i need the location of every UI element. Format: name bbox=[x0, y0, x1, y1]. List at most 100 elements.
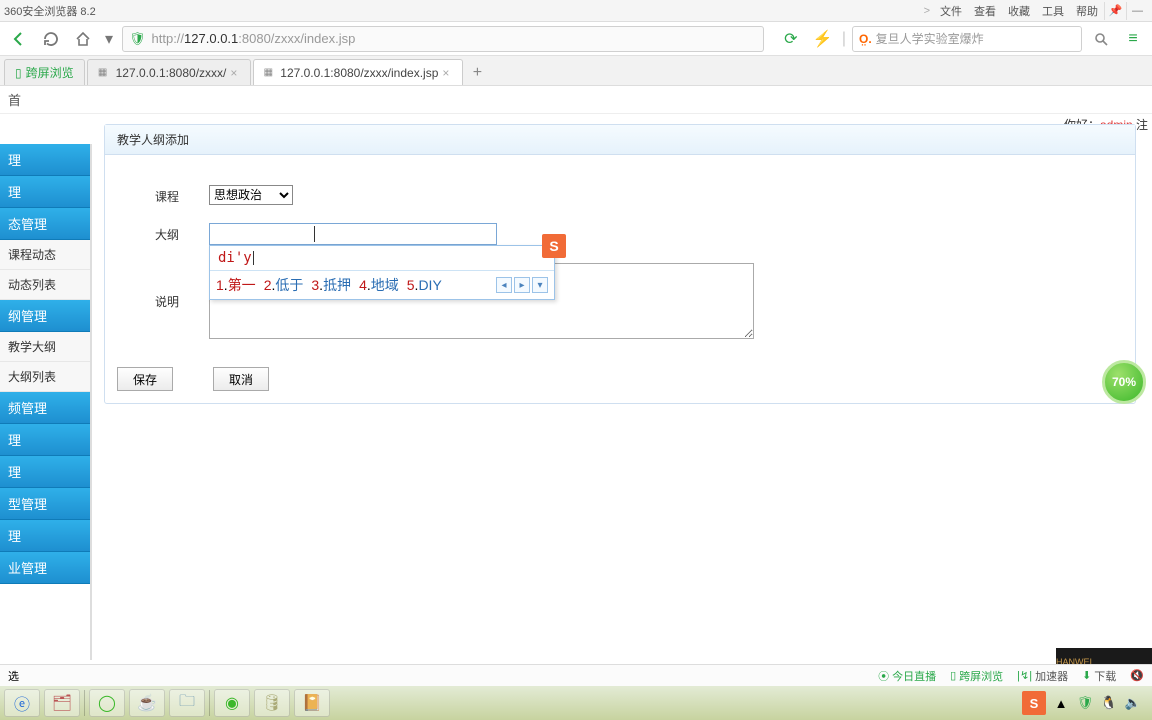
sidebar-cat[interactable]: 态管理 bbox=[0, 208, 90, 240]
tray-vol-icon[interactable]: 🔈 bbox=[1124, 694, 1142, 712]
mobile-icon: ▯ bbox=[15, 66, 22, 80]
menu-file[interactable]: 文件 bbox=[940, 3, 962, 19]
taskbar-java-icon[interactable]: ☕ bbox=[129, 689, 165, 717]
taskbar-explorer-icon[interactable]: 🗀 bbox=[169, 689, 205, 717]
sidebar-cat[interactable]: 型管理 bbox=[0, 488, 90, 520]
new-tab-button[interactable]: + bbox=[465, 61, 489, 85]
ime-candidate[interactable]: 2.低于 bbox=[264, 275, 304, 295]
sidebar-cat[interactable]: 理 bbox=[0, 424, 90, 456]
ime-candidate[interactable]: 4.地域 bbox=[359, 275, 399, 295]
sidebar-sub[interactable]: 课程动态 bbox=[0, 240, 90, 270]
tab-pinned[interactable]: ▯ 跨屏浏览 bbox=[4, 59, 85, 85]
panel-title: 教学人纲添加 bbox=[105, 125, 1135, 155]
label-desc: 说明 bbox=[155, 263, 209, 310]
system-tray: S ▲ 🛡 🐧 🔈 bbox=[1022, 691, 1148, 715]
shield-icon: 🛡 bbox=[129, 31, 146, 47]
browser-toolbar: ▾ 🛡 http://127.0.0.1:8080/zxxx/index.jsp… bbox=[0, 22, 1152, 56]
sidebar-cat[interactable]: 理 bbox=[0, 176, 90, 208]
ime-candidate[interactable]: 1.第一 bbox=[216, 275, 256, 295]
dropdown-button[interactable]: ▾ bbox=[102, 26, 116, 52]
cancel-button[interactable]: 取消 bbox=[213, 367, 269, 391]
content-area: 教学人纲添加 课程 思想政治 大纲 S d bbox=[92, 114, 1152, 660]
tab-2-active[interactable]: ▦ 127.0.0.1:8080/zxxx/index.jsp × bbox=[253, 59, 463, 85]
status-mute-icon[interactable]: 🔇 bbox=[1130, 669, 1144, 682]
taskbar-db-icon[interactable]: 🛢 bbox=[254, 689, 290, 717]
back-button[interactable] bbox=[6, 26, 32, 52]
search-button[interactable] bbox=[1088, 27, 1114, 51]
taskbar-note-icon[interactable]: 📔 bbox=[294, 689, 330, 717]
taskbar-ie-icon[interactable]: ⓔ bbox=[4, 689, 40, 717]
course-select[interactable]: 思想政治 bbox=[209, 185, 293, 205]
sidebar-cat[interactable]: 理 bbox=[0, 456, 90, 488]
tray-qq-icon[interactable]: 🐧 bbox=[1100, 694, 1118, 712]
breadcrumb: 首 bbox=[0, 86, 1152, 114]
menu-view[interactable]: 查看 bbox=[974, 3, 996, 19]
sidebar-cat[interactable]: 业管理 bbox=[0, 552, 90, 584]
tab-strip: ▯ 跨屏浏览 ▦ 127.0.0.1:8080/zxxx/ × ▦ 127.0.… bbox=[0, 56, 1152, 86]
speedup-badge[interactable]: 70% bbox=[1102, 360, 1146, 404]
form-panel: 教学人纲添加 课程 思想政治 大纲 S d bbox=[104, 124, 1136, 404]
minimize-button[interactable]: — bbox=[1126, 2, 1148, 20]
ime-popup: S di'y 1.第一 2.低于 3.抵押 4.地域 5.DIY ◂ ▸ bbox=[209, 245, 555, 300]
taskbar-app-icon[interactable]: 🗂 bbox=[44, 689, 80, 717]
close-icon[interactable]: × bbox=[442, 66, 456, 80]
tab-1[interactable]: ▦ 127.0.0.1:8080/zxxx/ × bbox=[87, 59, 252, 85]
status-live[interactable]: ⦿今日直播 bbox=[878, 668, 936, 684]
sogou-logo-icon: S bbox=[542, 234, 566, 258]
label-course: 课程 bbox=[155, 185, 209, 205]
menu-help[interactable]: 帮助 bbox=[1076, 3, 1098, 19]
address-bar[interactable]: 🛡 http://127.0.0.1:8080/zxxx/index.jsp bbox=[122, 26, 764, 52]
search-box[interactable]: O̤. 复旦人学实验室爆炸 bbox=[852, 26, 1082, 52]
menu-icon[interactable]: ≡ bbox=[1120, 26, 1146, 52]
text-caret bbox=[314, 226, 315, 242]
status-download[interactable]: ⬇下载 bbox=[1082, 668, 1116, 684]
save-button[interactable]: 保存 bbox=[117, 367, 173, 391]
home-button[interactable] bbox=[70, 26, 96, 52]
tray-up-icon[interactable]: ▲ bbox=[1052, 694, 1070, 712]
pin-button[interactable]: 📌 bbox=[1104, 2, 1126, 20]
outline-input[interactable] bbox=[209, 223, 497, 245]
sidebar-cat[interactable]: 频管理 bbox=[0, 392, 90, 424]
taskbar-app2-icon[interactable]: ◉ bbox=[214, 689, 250, 717]
sidebar-sub[interactable]: 大纲列表 bbox=[0, 362, 90, 392]
app-name: 360安全浏览器 8.2 bbox=[4, 3, 96, 19]
ime-candidates: 1.第一 2.低于 3.抵押 4.地域 5.DIY ◂ ▸ ▾ bbox=[210, 270, 554, 299]
tray-shield-icon[interactable]: 🛡 bbox=[1076, 694, 1094, 712]
search-engine-icon: O̤. bbox=[859, 32, 872, 46]
tray-sogou-icon[interactable]: S bbox=[1022, 691, 1046, 715]
ime-more-icon[interactable]: ▾ bbox=[532, 277, 548, 293]
sidebar-sub[interactable]: 教学大纲 bbox=[0, 332, 90, 362]
ime-candidate[interactable]: 3.抵押 bbox=[311, 275, 351, 295]
taskbar-360-icon[interactable]: ◯ bbox=[89, 689, 125, 717]
sync-icon[interactable]: ⟳ bbox=[778, 26, 804, 52]
titlebar-chevron: > bbox=[924, 5, 930, 17]
sidebar-cat[interactable]: 理 bbox=[0, 520, 90, 552]
ime-prev-icon[interactable]: ◂ bbox=[496, 277, 512, 293]
tab-label: 127.0.0.1:8080/zxxx/ bbox=[116, 66, 227, 80]
refresh-button[interactable] bbox=[38, 26, 64, 52]
sidebar-cat[interactable]: 理 bbox=[0, 144, 90, 176]
taskbar: ⓔ 🗂 ◯ ☕ 🗀 ◉ 🛢 📔 S ▲ 🛡 🐧 🔈 bbox=[0, 686, 1152, 720]
status-crossscreen[interactable]: ▯跨屏浏览 bbox=[950, 668, 1003, 684]
sidebar-cat[interactable]: 纲管理 bbox=[0, 300, 90, 332]
sidebar-sub[interactable]: 动态列表 bbox=[0, 270, 90, 300]
label-outline: 大纲 bbox=[155, 223, 209, 243]
flash-icon[interactable]: ⚡ bbox=[810, 26, 836, 52]
close-icon[interactable]: × bbox=[230, 66, 244, 80]
window-titlebar: 360安全浏览器 8.2 > 文件 查看 收藏 工具 帮助 📌 — bbox=[0, 0, 1152, 22]
ime-pinyin: di'y bbox=[210, 246, 554, 270]
ime-candidate[interactable]: 5.DIY bbox=[407, 277, 442, 293]
tab-label: 127.0.0.1:8080/zxxx/index.jsp bbox=[280, 66, 438, 80]
tab-label: 跨屏浏览 bbox=[26, 64, 74, 81]
url-text: http://127.0.0.1:8080/zxxx/index.jsp bbox=[152, 31, 356, 46]
status-bar: 选 ⦿今日直播 ▯跨屏浏览 |↯|加速器 ⬇下载 🔇 bbox=[0, 664, 1152, 686]
menu-fav[interactable]: 收藏 bbox=[1008, 3, 1030, 19]
menu-tools[interactable]: 工具 bbox=[1042, 3, 1064, 19]
ime-next-icon[interactable]: ▸ bbox=[514, 277, 530, 293]
search-placeholder: 复旦人学实验室爆炸 bbox=[876, 30, 984, 47]
status-accel[interactable]: |↯|加速器 bbox=[1017, 668, 1068, 684]
breadcrumb-text: 首 bbox=[8, 93, 21, 108]
page-icon: ▦ bbox=[262, 66, 274, 80]
page-icon: ▦ bbox=[96, 66, 110, 80]
status-text: 选 bbox=[8, 668, 19, 684]
